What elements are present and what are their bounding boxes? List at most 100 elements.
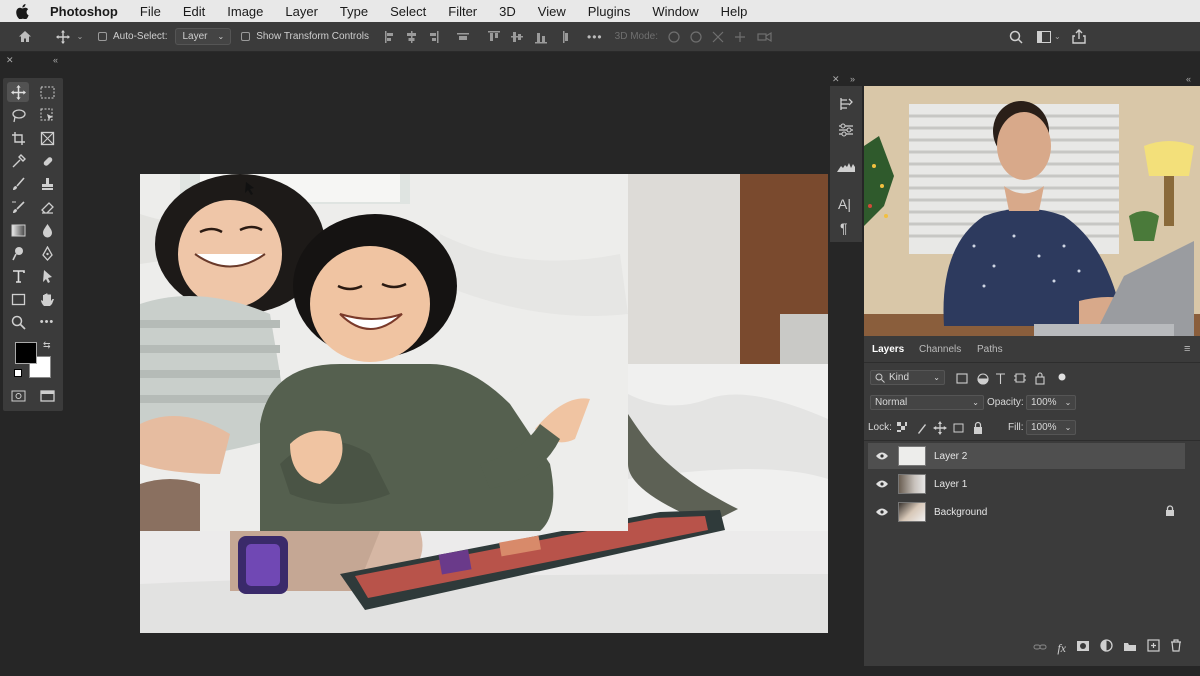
tab-channels[interactable]: Channels: [919, 344, 961, 355]
adjustments-panel-icon[interactable]: [838, 122, 854, 143]
default-colors-icon[interactable]: [14, 369, 22, 377]
more-options-icon[interactable]: •••: [587, 30, 603, 44]
menu-select[interactable]: Select: [390, 4, 426, 19]
gradient-tool-button[interactable]: [7, 220, 29, 240]
quick-mask-button[interactable]: [7, 386, 29, 406]
layer-row-background[interactable]: Background: [868, 499, 1185, 525]
auto-select-dropdown[interactable]: Layer ⌄: [175, 28, 232, 45]
visibility-eye-icon[interactable]: [874, 508, 890, 516]
3d-mode-icons[interactable]: [666, 29, 776, 45]
path-selection-tool-button[interactable]: [36, 266, 58, 286]
pen-tool-button[interactable]: [36, 243, 58, 263]
menu-edit[interactable]: Edit: [183, 4, 205, 19]
tab-layers[interactable]: Layers: [872, 344, 904, 355]
character-panel-icon[interactable]: A|: [838, 196, 851, 212]
auto-select-checkbox[interactable]: [98, 32, 107, 41]
blend-mode-dropdown[interactable]: Normal ⌄: [870, 395, 984, 410]
new-group-icon[interactable]: [1123, 639, 1137, 657]
brush-tool-button[interactable]: [7, 174, 29, 194]
search-icon[interactable]: [1006, 26, 1026, 48]
lock-icon[interactable]: [1165, 505, 1175, 519]
expand-panels-icon[interactable]: »: [850, 74, 855, 84]
eyedropper-tool-button[interactable]: [7, 151, 29, 171]
dodge-tool-button[interactable]: [7, 243, 29, 263]
fx-icon[interactable]: fx: [1057, 641, 1066, 656]
layer-row-layer-2[interactable]: Layer 2: [868, 443, 1185, 469]
frame-tool-button[interactable]: [36, 128, 58, 148]
apple-icon[interactable]: [16, 3, 32, 19]
filter-type-icons[interactable]: [956, 372, 1076, 386]
auto-select-label: Auto-Select:: [113, 31, 168, 42]
menu-type[interactable]: Type: [340, 4, 368, 19]
histogram-panel-icon[interactable]: [836, 160, 856, 178]
new-layer-icon[interactable]: [1147, 639, 1160, 657]
close-panels-icon[interactable]: ✕: [832, 74, 840, 85]
opacity-field[interactable]: 100% ⌄: [1026, 395, 1077, 410]
tab-paths[interactable]: Paths: [977, 344, 1003, 355]
screen-mode-button[interactable]: [36, 386, 58, 406]
crop-tool-button[interactable]: [7, 128, 29, 148]
panel-menu-icon[interactable]: ≡: [1184, 343, 1190, 355]
object-selection-tool-button[interactable]: [36, 105, 58, 125]
distribute-icons[interactable]: [487, 30, 575, 44]
menu-layer[interactable]: Layer: [285, 4, 318, 19]
lasso-tool-button[interactable]: [7, 105, 29, 125]
menu-file[interactable]: File: [140, 4, 161, 19]
menu-3d[interactable]: 3D: [499, 4, 516, 19]
menu-window[interactable]: Window: [652, 4, 698, 19]
menu-plugins[interactable]: Plugins: [588, 4, 631, 19]
layers-bottom-toolbar: fx: [864, 636, 1200, 660]
filter-kind-dropdown[interactable]: Kind ⌄: [870, 370, 945, 385]
collapse-right-icon[interactable]: «: [1186, 74, 1191, 84]
more-tools-button[interactable]: •••: [36, 312, 58, 332]
align-icons[interactable]: [383, 30, 473, 44]
link-layers-icon[interactable]: [1033, 639, 1047, 657]
menu-image[interactable]: Image: [227, 4, 263, 19]
swap-colors-icon[interactable]: ⇆: [43, 340, 51, 351]
home-icon[interactable]: [12, 26, 38, 48]
foreground-color-swatch-top[interactable]: [15, 342, 37, 364]
add-mask-icon[interactable]: [1076, 639, 1090, 657]
hand-tool-button[interactable]: [36, 289, 58, 309]
close-icon[interactable]: ✕: [6, 55, 14, 67]
delete-layer-icon[interactable]: [1170, 639, 1182, 657]
fill-field[interactable]: 100% ⌄: [1026, 420, 1077, 435]
transform-controls-checkbox[interactable]: [241, 32, 251, 41]
clone-stamp-tool-button[interactable]: [36, 174, 58, 194]
menu-view[interactable]: View: [538, 4, 566, 19]
divider: [864, 440, 1200, 441]
toolbox: ••• ⇆: [3, 78, 63, 411]
zoom-tool-button[interactable]: [7, 312, 29, 332]
blend-mode-value: Normal: [875, 397, 908, 408]
eraser-tool-button[interactable]: [36, 197, 58, 217]
visibility-eye-icon[interactable]: [874, 480, 890, 488]
document-canvas[interactable]: [140, 174, 828, 633]
visibility-eye-icon[interactable]: [874, 452, 890, 460]
history-brush-tool-button[interactable]: [7, 197, 29, 217]
lock-label: Lock:: [868, 422, 892, 433]
share-icon[interactable]: [1069, 26, 1089, 48]
collapse-icon[interactable]: «: [53, 55, 58, 67]
paragraph-panel-icon[interactable]: ¶: [840, 220, 848, 236]
history-panel-icon[interactable]: [838, 96, 854, 117]
menu-filter[interactable]: Filter: [448, 4, 477, 19]
blur-tool-button[interactable]: [36, 220, 58, 240]
marquee-tool-button[interactable]: [36, 82, 58, 102]
fill-label: Fill:: [1008, 422, 1024, 433]
layer-thumbnail: [898, 446, 926, 466]
type-tool-button[interactable]: [7, 266, 29, 286]
adjustment-layer-icon[interactable]: [1100, 639, 1113, 657]
tool-preset-chevron-icon[interactable]: ⌄: [74, 26, 86, 48]
layer-name: Background: [934, 506, 988, 518]
menu-app-name[interactable]: Photoshop: [50, 4, 118, 19]
menu-help[interactable]: Help: [721, 4, 748, 19]
workspace-chevron-icon[interactable]: ⌄: [1054, 32, 1061, 41]
lock-icons[interactable]: [896, 421, 986, 435]
chevron-down-icon: ⌄: [1064, 423, 1072, 432]
healing-brush-tool-button[interactable]: [36, 151, 58, 171]
move-tool-icon[interactable]: [52, 26, 74, 48]
rectangle-tool-button[interactable]: [7, 289, 29, 309]
workspace-icon[interactable]: [1034, 26, 1054, 48]
move-tool-button[interactable]: [7, 82, 29, 102]
layer-row-layer-1[interactable]: Layer 1: [868, 471, 1185, 497]
